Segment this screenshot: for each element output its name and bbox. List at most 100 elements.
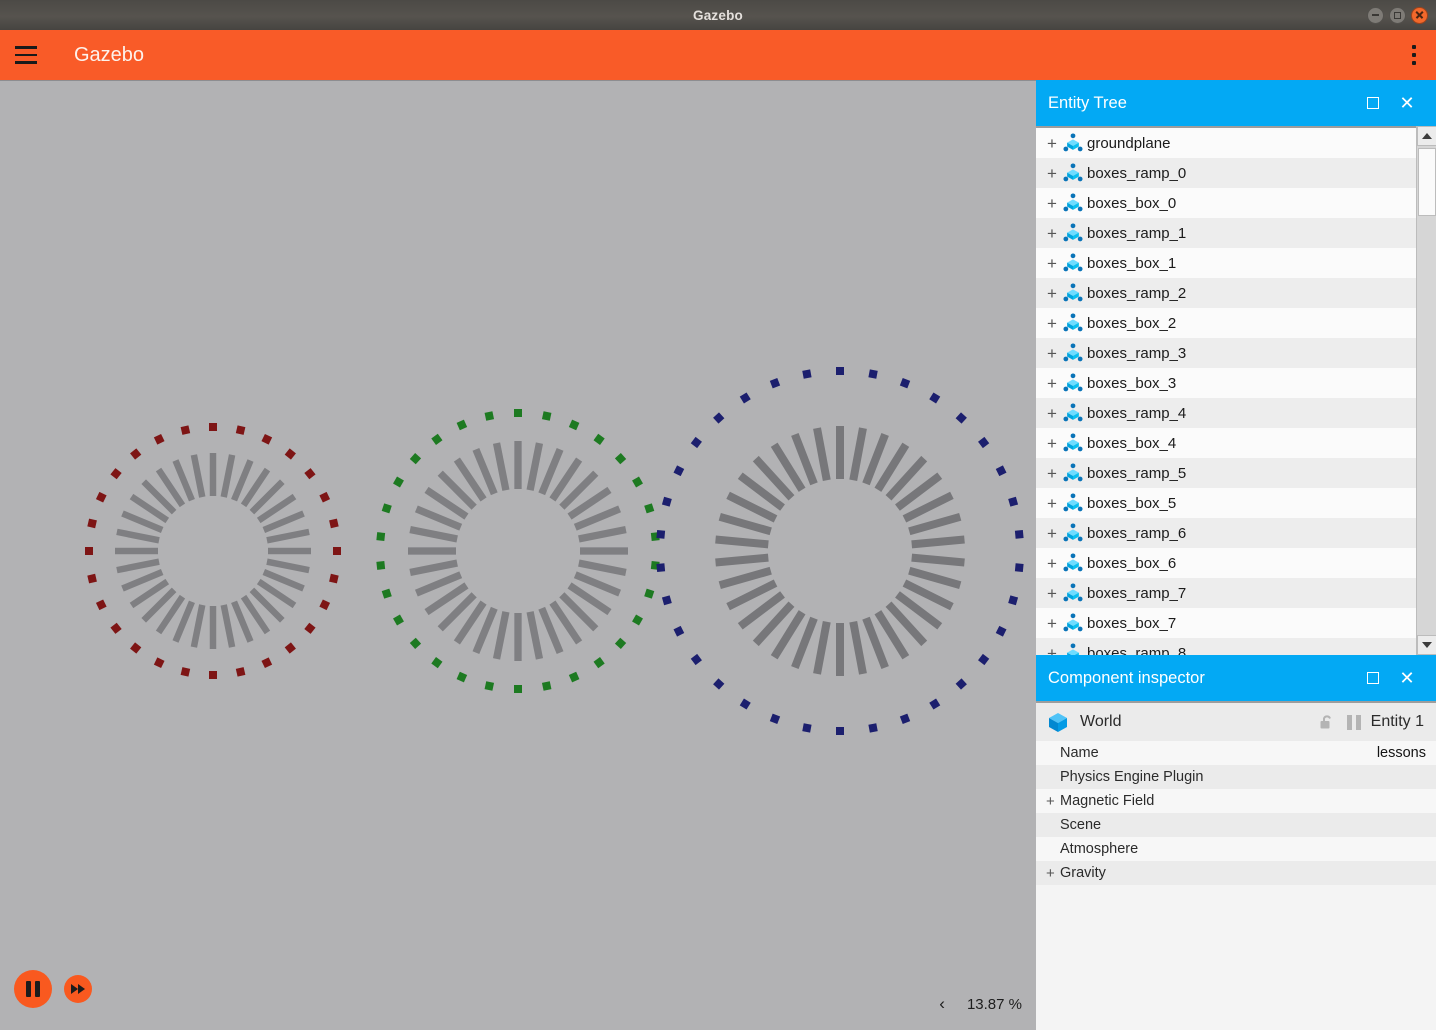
box-marker: [661, 595, 672, 606]
expand-toggle[interactable]: +: [1045, 585, 1059, 602]
inspector-row[interactable]: Name lessons: [1036, 741, 1436, 765]
ramp-ring-0[interactable]: [85, 423, 341, 679]
entity-tree-row[interactable]: + boxes_box_1: [1036, 248, 1416, 278]
entity-tree-row-label: boxes_box_7: [1087, 614, 1177, 632]
expand-toggle[interactable]: +: [1045, 165, 1059, 182]
ramp-segment: [409, 525, 458, 543]
box-marker: [431, 657, 443, 669]
box-marker: [995, 625, 1007, 637]
inspector-expand-toggle[interactable]: +: [1046, 794, 1060, 809]
entity-tree-row[interactable]: + boxes_ramp_3: [1036, 338, 1416, 368]
box-marker: [130, 642, 142, 654]
component-inspector-title: Component inspector: [1048, 668, 1205, 687]
expand-toggle[interactable]: +: [1045, 525, 1059, 542]
close-button[interactable]: [1411, 6, 1428, 24]
maximize-button[interactable]: [1389, 6, 1406, 24]
entity-tree-row[interactable]: + boxes_box_0: [1036, 188, 1416, 218]
entity-tree-list-container[interactable]: + groundplane + boxes_ramp_0 + boxes_box_0 + bo…: [1036, 126, 1436, 655]
hamburger-icon[interactable]: [8, 37, 44, 73]
expand-toggle[interactable]: +: [1045, 195, 1059, 212]
box-marker: [955, 678, 967, 690]
box-marker: [329, 573, 339, 584]
scroll-thumb[interactable]: [1418, 148, 1436, 216]
expand-toggle[interactable]: +: [1045, 555, 1059, 572]
entity-tree-row[interactable]: + boxes_box_7: [1036, 608, 1416, 638]
entity-tree-row[interactable]: + boxes_box_2: [1036, 308, 1416, 338]
model-icon: [1063, 583, 1083, 602]
expand-toggle[interactable]: +: [1045, 465, 1059, 482]
expand-toggle[interactable]: +: [1045, 135, 1059, 152]
pause-button[interactable]: [14, 970, 52, 1008]
inspector-row[interactable]: Atmosphere: [1036, 837, 1436, 861]
entity-tree-row[interactable]: + boxes_box_3: [1036, 368, 1416, 398]
inspector-expand-toggle[interactable]: +: [1046, 866, 1060, 881]
box-marker: [929, 698, 941, 710]
component-inspector-dock-float-icon[interactable]: [1356, 661, 1390, 695]
entity-tree-row[interactable]: + boxes_box_6: [1036, 548, 1416, 578]
entity-tree-row[interactable]: + boxes_ramp_5: [1036, 458, 1416, 488]
box-marker: [110, 622, 122, 634]
pause-icon[interactable]: [1346, 714, 1361, 730]
expand-toggle[interactable]: +: [1045, 225, 1059, 242]
component-inspector-close-icon[interactable]: ✕: [1390, 661, 1424, 695]
ramp-ring-1[interactable]: [376, 409, 660, 693]
entity-tree-row[interactable]: + boxes_ramp_7: [1036, 578, 1416, 608]
expand-toggle[interactable]: +: [1045, 405, 1059, 422]
box-marker: [284, 448, 296, 460]
expand-toggle[interactable]: +: [1045, 645, 1059, 656]
model-icon: [1063, 463, 1083, 482]
box-marker: [868, 723, 878, 733]
inspector-row[interactable]: + Gravity: [1036, 861, 1436, 885]
expand-toggle[interactable]: +: [1045, 345, 1059, 362]
box-marker: [673, 465, 685, 477]
inspector-row[interactable]: + Magnetic Field: [1036, 789, 1436, 813]
box-marker: [514, 409, 522, 417]
entity-tree-dock-float-icon[interactable]: [1356, 86, 1390, 120]
collapse-chevron-icon[interactable]: ‹: [939, 994, 945, 1014]
render-viewport[interactable]: ‹ 13.87 %: [0, 80, 1036, 1030]
model-icon: [1063, 253, 1083, 272]
expand-toggle[interactable]: +: [1045, 435, 1059, 452]
entity-tree-scrollbar[interactable]: [1416, 126, 1436, 655]
unlock-icon[interactable]: [1317, 712, 1337, 732]
box-marker: [978, 653, 990, 666]
entity-tree-row[interactable]: + boxes_box_4: [1036, 428, 1416, 458]
entity-tree-row[interactable]: + boxes_ramp_8: [1036, 638, 1416, 655]
box-marker: [304, 468, 316, 480]
ramp-segment: [813, 427, 831, 481]
entity-tree-row[interactable]: + boxes_ramp_4: [1036, 398, 1416, 428]
entity-tree-row[interactable]: + boxes_ramp_2: [1036, 278, 1416, 308]
box-marker: [381, 588, 392, 599]
entity-tree-row[interactable]: + boxes_box_5: [1036, 488, 1416, 518]
ramp-ring-2[interactable]: [656, 367, 1024, 735]
inspector-row[interactable]: Scene: [1036, 813, 1436, 837]
step-forward-button[interactable]: [64, 975, 92, 1003]
box-marker: [235, 667, 246, 677]
ramp-segment: [849, 621, 867, 675]
ramp-segment: [492, 611, 510, 660]
realtime-factor-value: 13.87 %: [966, 995, 1022, 1013]
box-marker: [713, 412, 725, 424]
entity-tree-row[interactable]: + boxes_ramp_1: [1036, 218, 1416, 248]
entity-tree-panel: Entity Tree ✕ + groundplane + boxes_ramp_0 +…: [1036, 80, 1436, 655]
expand-toggle[interactable]: +: [1045, 495, 1059, 512]
ramp-segment: [911, 553, 965, 567]
expand-toggle[interactable]: +: [1045, 375, 1059, 392]
box-marker: [568, 419, 580, 431]
entity-tree-row[interactable]: + boxes_ramp_6: [1036, 518, 1416, 548]
expand-toggle[interactable]: +: [1045, 285, 1059, 302]
inspector-row[interactable]: Physics Engine Plugin: [1036, 765, 1436, 789]
entity-tree-row[interactable]: + groundplane: [1036, 128, 1416, 158]
entity-tree-close-icon[interactable]: ✕: [1390, 86, 1424, 120]
box-marker: [95, 599, 107, 611]
scroll-up-arrow[interactable]: [1417, 126, 1436, 146]
entity-tree-row[interactable]: + boxes_ramp_0: [1036, 158, 1416, 188]
minimize-button[interactable]: [1367, 6, 1384, 24]
expand-toggle[interactable]: +: [1045, 315, 1059, 332]
expand-toggle[interactable]: +: [1045, 255, 1059, 272]
ramp-segment: [514, 613, 522, 661]
kebab-menu-icon[interactable]: [1408, 41, 1420, 69]
box-marker: [319, 599, 331, 611]
expand-toggle[interactable]: +: [1045, 615, 1059, 632]
scroll-down-arrow[interactable]: [1417, 635, 1436, 655]
